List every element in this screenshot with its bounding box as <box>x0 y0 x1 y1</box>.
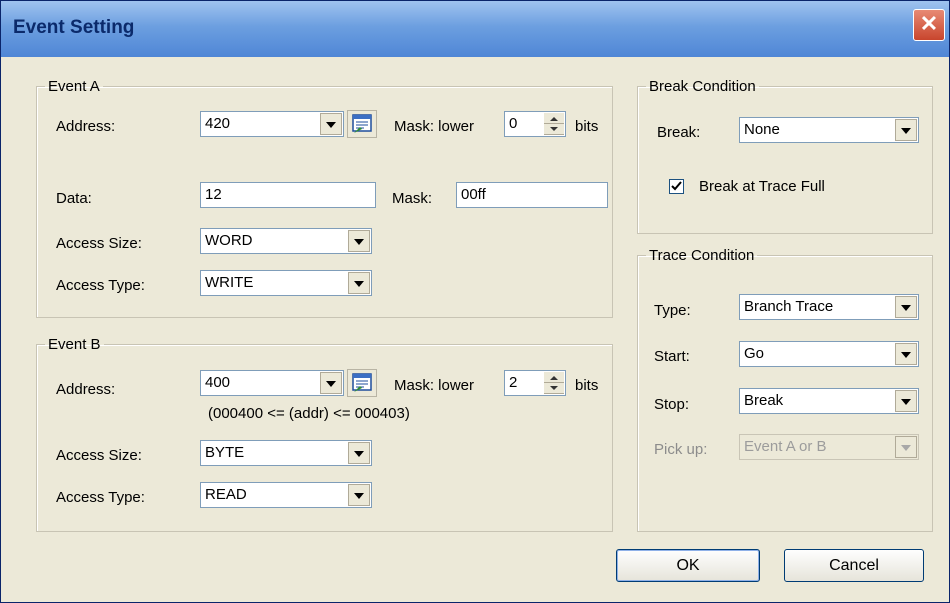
chevron-down-icon[interactable] <box>320 372 342 394</box>
chevron-down-icon[interactable] <box>348 484 370 506</box>
symbol-browser-icon <box>352 114 372 133</box>
event-b-bits-label: bits <box>575 377 599 394</box>
event-b-mask-value: 2 <box>509 374 518 391</box>
event-a-access-type-combo[interactable]: WRITE <box>200 270 372 296</box>
chevron-down-icon[interactable] <box>320 113 342 135</box>
trace-stop-value: Break <box>744 392 784 409</box>
event-b-address-combo[interactable]: 400 <box>200 370 344 396</box>
trace-start-combo[interactable]: Go <box>739 341 919 367</box>
event-a-access-type-label: Access Type: <box>56 277 145 294</box>
ok-button[interactable]: OK <box>616 549 760 582</box>
trace-type-value: Branch Trace <box>744 298 834 315</box>
event-a-data-mask-input[interactable]: 00ff <box>456 182 608 208</box>
trace-stop-combo[interactable]: Break <box>739 388 919 414</box>
chevron-down-icon[interactable] <box>348 272 370 294</box>
event-b-mask-label: Mask: lower <box>394 377 475 394</box>
trace-pickup-value: Event A or B <box>744 438 827 455</box>
break-condition-group: Break Condition <box>637 78 933 234</box>
event-a-symbol-button[interactable] <box>347 110 377 138</box>
trace-pickup-label: Pick up: <box>654 441 708 458</box>
event-b-access-type-value: READ <box>205 486 247 503</box>
event-b-access-type-label: Access Type: <box>56 489 145 506</box>
close-icon: ✕ <box>919 11 939 36</box>
event-a-mask-label: Mask: lower <box>394 118 475 135</box>
break-at-trace-full-label[interactable]: Break at Trace Full <box>699 178 825 195</box>
dialog-title: Event Setting <box>13 17 135 38</box>
event-b-access-size-label: Access Size: <box>56 447 142 464</box>
event-b-access-size-combo[interactable]: BYTE <box>200 440 372 466</box>
break-condition-legend: Break Condition <box>649 78 756 95</box>
event-a-data-input[interactable]: 12 <box>200 182 376 208</box>
event-a-address-value: 420 <box>205 115 231 132</box>
spin-arrows-icon[interactable] <box>544 372 564 394</box>
chevron-down-icon[interactable] <box>348 442 370 464</box>
chevron-down-icon[interactable] <box>348 230 370 252</box>
trace-type-label: Type: <box>654 302 691 319</box>
chevron-down-icon[interactable] <box>895 119 917 141</box>
event-b-address-label: Address: <box>56 381 116 398</box>
symbol-browser-icon <box>352 373 372 392</box>
trace-start-label: Start: <box>654 348 690 365</box>
event-a-access-size-combo[interactable]: WORD <box>200 228 372 254</box>
event-a-access-size-value: WORD <box>205 232 253 249</box>
event-a-data-label: Data: <box>56 190 92 207</box>
event-a-address-combo[interactable]: 420 <box>200 111 344 137</box>
spin-arrows-icon[interactable] <box>544 113 564 135</box>
trace-pickup-combo: Event A or B <box>739 434 919 460</box>
checkmark-icon <box>671 181 682 191</box>
event-b-address-range: (000400 <= (addr) <= 000403) <box>208 405 410 422</box>
close-button[interactable]: ✕ <box>913 9 945 41</box>
event-b-access-type-combo[interactable]: READ <box>200 482 372 508</box>
event-a-legend: Event A <box>48 78 100 95</box>
event-a-mask-value: 0 <box>509 115 518 132</box>
event-a-access-type-value: WRITE <box>205 274 254 291</box>
chevron-down-icon[interactable] <box>895 296 917 318</box>
event-a-access-size-label: Access Size: <box>56 235 142 252</box>
cancel-button[interactable]: Cancel <box>784 549 924 582</box>
event-b-mask-spinner[interactable]: 2 <box>504 370 566 396</box>
chevron-down-icon[interactable] <box>895 390 917 412</box>
event-a-data-mask-label: Mask: <box>392 190 433 207</box>
dialog-body: Event A Address: 420 Mask: lower 0 bits … <box>2 57 948 601</box>
event-b-address-value: 400 <box>205 374 231 391</box>
chevron-down-icon <box>895 436 917 458</box>
event-a-bits-label: bits <box>575 118 599 135</box>
event-a-mask-spinner[interactable]: 0 <box>504 111 566 137</box>
event-b-symbol-button[interactable] <box>347 369 377 397</box>
event-setting-dialog: Event Setting ✕ Event A Address: 420 Mas… <box>0 0 950 603</box>
break-value: None <box>744 121 780 138</box>
break-combo[interactable]: None <box>739 117 919 143</box>
break-at-trace-full-checkbox[interactable] <box>669 179 684 194</box>
break-label: Break: <box>657 124 701 141</box>
chevron-down-icon[interactable] <box>895 343 917 365</box>
event-b-legend: Event B <box>48 336 101 353</box>
trace-stop-label: Stop: <box>654 396 690 413</box>
title-bar[interactable]: Event Setting ✕ <box>1 1 949 57</box>
trace-start-value: Go <box>744 345 765 362</box>
event-b-access-size-value: BYTE <box>205 444 245 461</box>
event-a-address-label: Address: <box>56 118 116 135</box>
trace-type-combo[interactable]: Branch Trace <box>739 294 919 320</box>
trace-condition-legend: Trace Condition <box>649 247 755 264</box>
